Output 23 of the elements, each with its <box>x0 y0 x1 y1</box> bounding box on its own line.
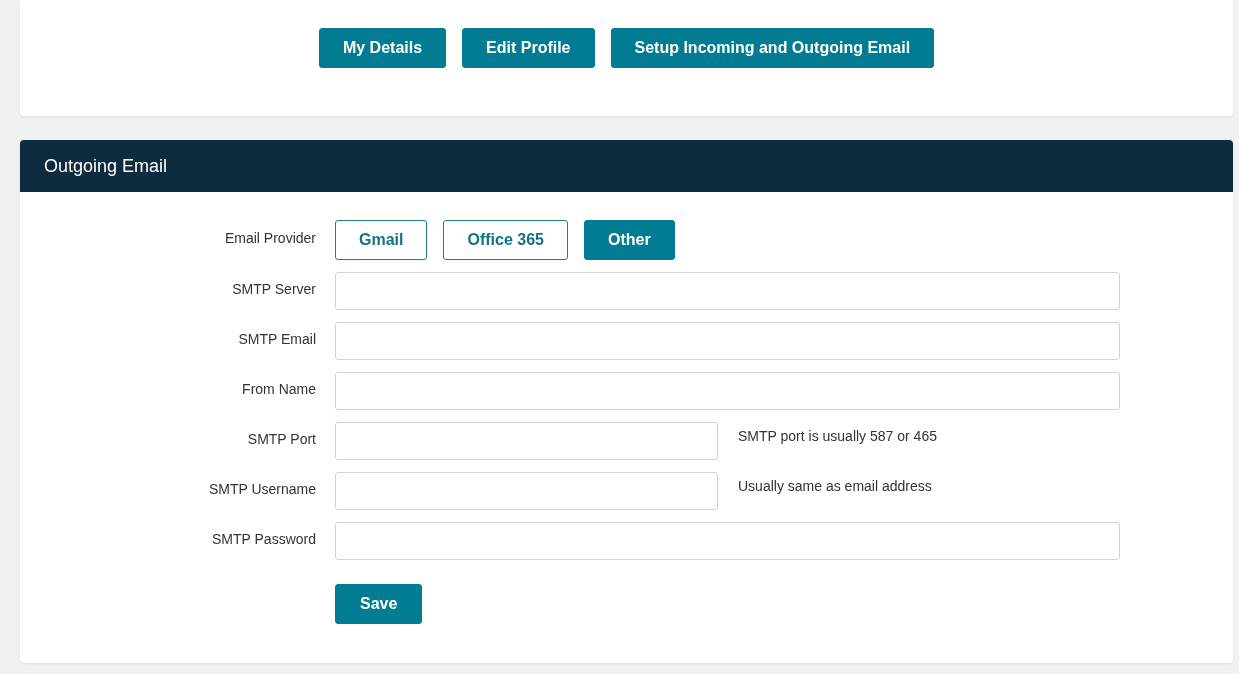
field-label: SMTP Server <box>231 281 316 299</box>
nav-button[interactable]: My Details <box>318 28 447 68</box>
input-field[interactable] <box>335 422 718 460</box>
input-field[interactable] <box>335 522 1120 560</box>
input-field[interactable] <box>335 372 1120 410</box>
provider-option[interactable]: Other <box>583 220 675 260</box>
section-title: Outgoing Email <box>44 155 168 177</box>
save-button[interactable]: Save <box>335 584 423 624</box>
input-field[interactable] <box>335 322 1120 360</box>
field-label: SMTP Username <box>207 481 316 499</box>
field-label: SMTP Password <box>211 531 316 549</box>
field-label: Email Provider <box>223 230 316 248</box>
field-label: SMTP Email <box>237 331 316 349</box>
field-label: SMTP Port <box>246 431 316 449</box>
field-hint: Usually same as email address <box>738 478 932 496</box>
input-field[interactable] <box>335 472 718 510</box>
provider-option[interactable]: Office 365 <box>443 220 568 260</box>
field-label: From Name <box>241 381 316 399</box>
nav-button[interactable]: Edit Profile <box>462 28 595 68</box>
provider-option[interactable]: Gmail <box>335 220 428 260</box>
nav-button[interactable]: Setup Incoming and Outgoing Email <box>610 28 935 68</box>
field-hint: SMTP port is usually 587 or 465 <box>738 428 937 446</box>
input-field[interactable] <box>335 272 1120 310</box>
